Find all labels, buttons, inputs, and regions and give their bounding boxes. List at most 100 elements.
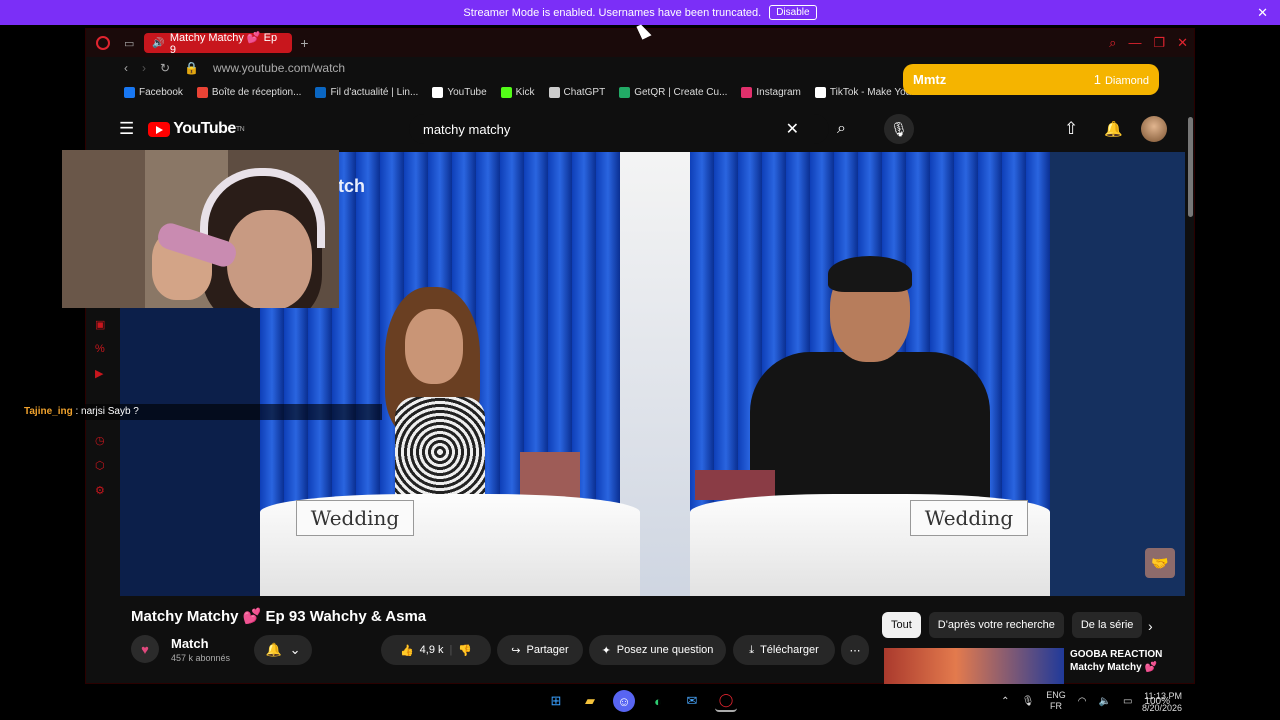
recommended-video-title[interactable]: GOOBA REACTION Matchy Matchy 💕: [1070, 648, 1162, 674]
edge-icon[interactable]: ◐: [647, 690, 669, 712]
system-clock[interactable]: 11:13 PM 8/20/2026: [1112, 690, 1182, 714]
clock-icon[interactable]: ◷: [95, 434, 105, 447]
page-scrollbar[interactable]: [1186, 111, 1194, 681]
microphone-tray-icon[interactable]: 🎙: [1022, 696, 1035, 707]
bookmark-icon: [124, 86, 135, 98]
bookmark-icon: [196, 86, 208, 98]
download-label: Télécharger: [760, 644, 819, 656]
windows-start-icon[interactable]: ⊞: [545, 690, 567, 712]
bookmark-label: Boîte de réception...: [211, 86, 302, 98]
menu-icon[interactable]: ☰: [119, 119, 134, 139]
disable-button[interactable]: Disable: [769, 5, 817, 20]
upload-icon[interactable]: ⇧: [1064, 119, 1078, 139]
show-watermark: tch: [338, 176, 365, 196]
search-icon[interactable]: ⌕: [1109, 35, 1116, 51]
speaker-icon[interactable]: 🔊: [152, 38, 164, 49]
channel-avatar[interactable]: ♥: [131, 635, 159, 663]
bookmark-item[interactable]: Instagram: [741, 86, 801, 98]
bookmark-item[interactable]: GetQR | Create Cu...: [619, 86, 728, 98]
banner-text: Streamer Mode is enabled. Usernames have…: [463, 6, 762, 19]
share-button[interactable]: ↪ Partager: [497, 635, 583, 665]
subscription-bell-button[interactable]: 🔔 ⌄: [254, 635, 312, 665]
chip-from-series[interactable]: De la série: [1071, 612, 1143, 638]
like-icon[interactable]: 👍: [400, 644, 414, 657]
channel-name[interactable]: Match: [171, 636, 230, 651]
opera-logo-icon[interactable]: [96, 36, 110, 50]
sign-right: Wedding: [910, 500, 1028, 536]
download-button[interactable]: ⤓ Télécharger: [733, 635, 835, 665]
mail-icon[interactable]: ✉: [681, 690, 703, 712]
opera-taskbar-icon[interactable]: ◯: [715, 690, 737, 712]
new-tab-button[interactable]: +: [300, 35, 308, 51]
dislike-icon[interactable]: 👎: [458, 644, 472, 657]
share-label: Partager: [526, 644, 569, 656]
back-icon[interactable]: ‹: [124, 61, 128, 75]
bookmark-icon: [315, 86, 327, 98]
notifications-icon[interactable]: 🔔: [1104, 120, 1123, 138]
close-window-icon[interactable]: ✕: [1177, 35, 1188, 51]
bookmark-item[interactable]: Facebook: [124, 86, 183, 98]
close-icon[interactable]: ✕: [1257, 5, 1268, 21]
youtube-logo[interactable]: YouTube TN: [148, 120, 245, 138]
chip-from-search[interactable]: D'après votre recherche: [928, 612, 1064, 638]
bookmark-item[interactable]: Fil d'actualité | Lin...: [315, 86, 419, 98]
webcam-overlay: [62, 150, 339, 308]
wifi-icon[interactable]: ◠: [1078, 696, 1087, 707]
ask-label: Posez une question: [616, 644, 714, 656]
bookmark-icon: [548, 86, 560, 98]
bookmark-label: GetQR | Create Cu...: [634, 86, 728, 98]
bookmark-item[interactable]: ChatGPT: [548, 86, 605, 98]
scroll-thumb[interactable]: [1188, 117, 1193, 217]
notif-count: 1: [1093, 72, 1101, 87]
reload-icon[interactable]: ↻: [160, 61, 170, 75]
bookmark-icon: [432, 86, 444, 98]
like-count[interactable]: 4,9 k: [420, 644, 444, 656]
video-scene-right-edge: [1050, 152, 1185, 596]
recommended-video-thumbnail[interactable]: [884, 648, 1064, 684]
language-indicator[interactable]: ENG FR: [1046, 690, 1066, 712]
percent-icon[interactable]: %: [95, 343, 105, 355]
bookmark-item[interactable]: YouTube: [432, 86, 487, 98]
microphone-icon[interactable]: 🎙: [884, 114, 914, 144]
settings-icon[interactable]: ⚙: [95, 484, 105, 497]
chip-all[interactable]: Tout: [882, 612, 921, 638]
twitch-icon[interactable]: ▣: [95, 318, 105, 331]
bookmark-item[interactable]: Boîte de réception...: [196, 86, 302, 98]
more-icon: ⋯: [849, 644, 861, 657]
chevron-up-icon[interactable]: ⌃: [1001, 696, 1009, 707]
forward-icon[interactable]: ›: [142, 61, 146, 75]
bookmark-label: YouTube: [447, 86, 487, 98]
youtube-sidebar-icon[interactable]: ▶: [95, 367, 105, 380]
window-controls: ⌕ — ❐ ✕: [1109, 35, 1188, 51]
bookmark-label: Facebook: [139, 86, 183, 98]
channel-watermark-icon[interactable]: 🤝: [1145, 548, 1175, 578]
bookmark-item[interactable]: Kick: [500, 86, 535, 98]
bookmark-label: Fil d'actualité | Lin...: [330, 86, 419, 98]
discord-icon[interactable]: ☺: [613, 690, 635, 712]
download-icon: ⤓: [749, 643, 755, 656]
notif-unit: Diamond: [1104, 75, 1149, 87]
account-avatar[interactable]: [1141, 116, 1167, 142]
minimize-icon[interactable]: —: [1128, 35, 1141, 51]
ask-question-button[interactable]: ✦ Posez une question: [589, 635, 726, 665]
more-actions-button[interactable]: ⋯: [841, 635, 869, 665]
tab-active[interactable]: 🔊 Matchy Matchy 💕 Ep 9: [144, 32, 293, 56]
sign-left: Wedding: [296, 500, 414, 536]
like-dislike-group: 👍 4,9 k | 👎: [381, 635, 491, 665]
lang-top: ENG: [1046, 690, 1066, 700]
restore-icon[interactable]: ❐: [1153, 35, 1165, 51]
sidebar-icons-lower: ◷ ⬡ ⚙: [95, 434, 105, 497]
youtube-header: ☰ YouTube TN matchy matchy ✕ ⌕ 🎙 ⇧ 🔔: [119, 111, 1189, 147]
clear-search-icon[interactable]: ✕: [786, 119, 799, 139]
volume-icon[interactable]: 🔈: [1099, 696, 1111, 707]
chevron-right-icon[interactable]: ›: [1148, 618, 1153, 634]
url-field[interactable]: www.youtube.com/watch: [213, 61, 345, 75]
extensions-icon[interactable]: ⬡: [95, 459, 105, 472]
lang-bottom: FR: [1050, 701, 1063, 711]
search-icon[interactable]: ⌕: [837, 120, 846, 138]
search-input[interactable]: matchy matchy ✕: [409, 114, 829, 144]
channel-info: ♥ Match 457 k abonnés: [131, 635, 230, 663]
streamer-mode-banner: Streamer Mode is enabled. Usernames have…: [0, 0, 1280, 25]
file-explorer-icon[interactable]: ▰: [579, 690, 601, 712]
tab-workspace-icon[interactable]: ▭: [124, 37, 134, 50]
